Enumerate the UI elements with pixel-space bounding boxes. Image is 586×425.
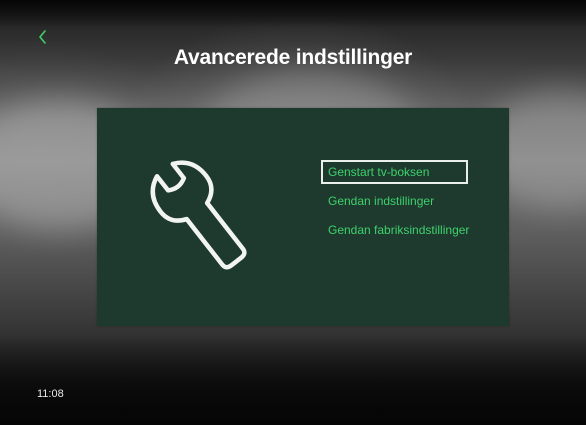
page-title: Avancerede indstillinger <box>173 46 413 69</box>
settings-panel: Genstart tv-boksen Gendan indstillinger … <box>97 108 509 326</box>
menu-item-factory-reset[interactable]: Gendan fabriksindstillinger <box>321 218 491 242</box>
clock: 11:08 <box>37 388 64 400</box>
menu-item-restart-box[interactable]: Genstart tv-boksen <box>321 160 468 184</box>
tv-screen: Avancerede indstillinger Genstart tv-bok… <box>0 0 586 425</box>
wrench-icon <box>150 160 247 270</box>
settings-menu: Genstart tv-boksen Gendan indstillinger … <box>321 160 491 247</box>
menu-item-restore-settings[interactable]: Gendan indstillinger <box>321 189 491 213</box>
chevron-left-icon <box>39 30 46 44</box>
back-button[interactable] <box>34 28 52 46</box>
